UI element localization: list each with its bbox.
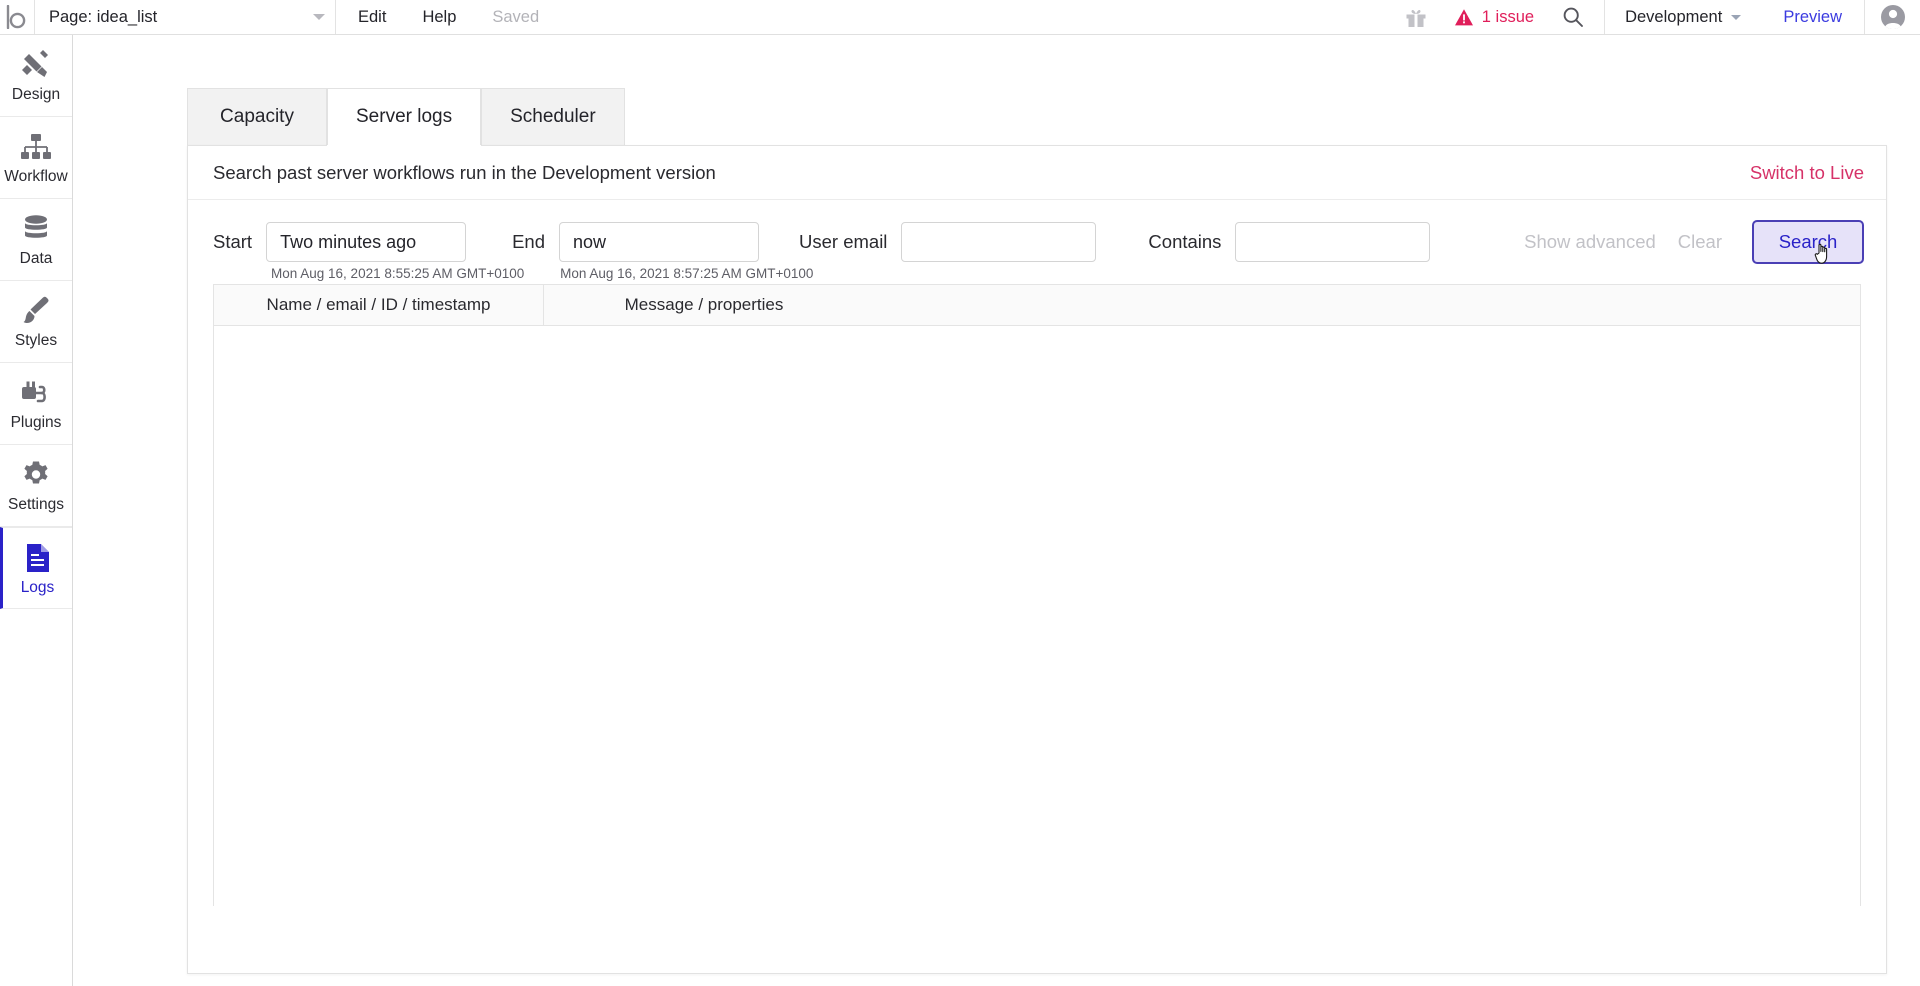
sidebar-item-settings[interactable]: Settings — [0, 445, 72, 527]
left-sidebar: Design Workflow Data Styles Plugins Sett… — [0, 35, 73, 986]
saved-status-label: Saved — [492, 7, 540, 26]
chevron-down-icon — [1731, 14, 1742, 20]
contains-field-group: Contains — [1148, 222, 1431, 262]
user-avatar-icon — [1880, 5, 1905, 30]
search-button-label: Search — [1778, 231, 1838, 252]
sidebar-item-logs[interactable]: Logs — [0, 527, 72, 609]
data-database-icon — [21, 212, 51, 246]
clear-link[interactable]: Clear — [1678, 231, 1722, 253]
logs-tab-bar: Capacity Server logs Scheduler — [187, 88, 625, 145]
design-pencil-ruler-icon — [20, 48, 52, 82]
sidebar-item-label: Workflow — [4, 168, 68, 186]
user-avatar-button[interactable] — [1864, 0, 1920, 34]
tab-label: Server logs — [356, 106, 453, 127]
page-selector-label: Page: idea_list — [49, 7, 158, 26]
styles-brush-icon — [21, 294, 51, 328]
sidebar-item-styles[interactable]: Styles — [0, 281, 72, 363]
panel-title: Search past server workflows run in the … — [213, 161, 716, 183]
tab-scheduler[interactable]: Scheduler — [481, 88, 625, 145]
show-advanced-link[interactable]: Show advanced — [1524, 231, 1656, 253]
log-results-table: Name / email / ID / timestamp Message / … — [213, 284, 1861, 906]
column-header-message-properties: Message / properties — [624, 295, 784, 314]
start-label: Start — [213, 231, 253, 252]
tab-capacity[interactable]: Capacity — [187, 88, 327, 145]
filter-actions: Show advanced Clear Search — [1524, 220, 1864, 264]
settings-gear-icon — [21, 458, 51, 492]
plugins-plug-icon — [20, 376, 52, 410]
sidebar-item-label: Styles — [14, 332, 58, 350]
top-bar: Page: idea_list Edit Help Saved 1 issue — [0, 0, 1920, 35]
switch-to-live-link[interactable]: Switch to Live — [1750, 162, 1864, 184]
topbar-menu: Edit Help Saved — [336, 0, 539, 34]
page-selector[interactable]: Page: idea_list — [35, 0, 335, 34]
search-button[interactable]: Search — [1752, 220, 1864, 264]
sidebar-item-design[interactable]: Design — [0, 35, 72, 117]
chevron-down-icon — [313, 14, 325, 20]
main-content: Capacity Server logs Scheduler Search pa… — [73, 35, 1920, 986]
panel-footer-spacer — [188, 906, 1886, 924]
issue-indicator[interactable]: 1 issue — [1454, 8, 1534, 27]
sidebar-item-label: Design — [11, 86, 61, 104]
sidebar-item-label: Plugins — [10, 414, 62, 432]
column-header-name-email-id-timestamp: Name / email / ID / timestamp — [214, 285, 544, 325]
warning-triangle-icon — [1454, 8, 1473, 25]
server-logs-panel: Search past server workflows run in the … — [187, 145, 1887, 974]
tab-server-logs[interactable]: Server logs — [327, 88, 482, 145]
topbar-right-group: 1 issue Development Preview — [1404, 0, 1920, 34]
table-header-row: Name / email / ID / timestamp Message / … — [214, 285, 1860, 326]
workflow-org-chart-icon — [20, 130, 52, 164]
sidebar-item-data[interactable]: Data — [0, 199, 72, 281]
end-field-group: End Mon Aug 16, 2021 8:57:25 AM GMT+0100 — [512, 222, 813, 281]
user-email-field-group: User email — [799, 222, 1097, 262]
sidebar-item-plugins[interactable]: Plugins — [0, 363, 72, 445]
version-selector-label: Development — [1625, 7, 1723, 26]
panel-header: Search past server workflows run in the … — [188, 146, 1886, 200]
end-resolved-timestamp: Mon Aug 16, 2021 8:57:25 AM GMT+0100 — [560, 266, 814, 281]
tab-label: Scheduler — [510, 106, 596, 127]
contains-label: Contains — [1148, 231, 1222, 252]
gift-icon[interactable] — [1404, 5, 1428, 29]
tab-label: Capacity — [220, 106, 294, 127]
logs-document-icon — [25, 541, 51, 575]
edit-menu-item[interactable]: Edit — [358, 8, 386, 27]
table-body-empty — [214, 326, 1860, 906]
user-email-input[interactable] — [901, 222, 1097, 262]
log-filter-bar: Start Mon Aug 16, 2021 8:55:25 AM GMT+01… — [188, 200, 1886, 284]
sidebar-item-label: Settings — [7, 496, 64, 514]
bubble-logo[interactable] — [0, 0, 34, 34]
end-input[interactable] — [559, 222, 759, 262]
preview-link[interactable]: Preview — [1761, 8, 1864, 27]
end-label: End — [512, 231, 545, 252]
help-menu-item[interactable]: Help — [422, 8, 456, 27]
start-resolved-timestamp: Mon Aug 16, 2021 8:55:25 AM GMT+0100 — [271, 266, 525, 281]
start-input[interactable] — [266, 222, 467, 262]
sidebar-item-label: Data — [19, 250, 53, 268]
start-field-group: Start Mon Aug 16, 2021 8:55:25 AM GMT+01… — [213, 222, 524, 281]
issue-count-label: 1 issue — [1481, 7, 1535, 26]
sidebar-item-workflow[interactable]: Workflow — [0, 117, 72, 199]
sidebar-item-label: Logs — [20, 578, 55, 596]
version-selector[interactable]: Development — [1605, 0, 1761, 34]
contains-input[interactable] — [1235, 222, 1431, 262]
user-email-label: User email — [799, 231, 888, 252]
search-icon[interactable] — [1562, 6, 1584, 28]
